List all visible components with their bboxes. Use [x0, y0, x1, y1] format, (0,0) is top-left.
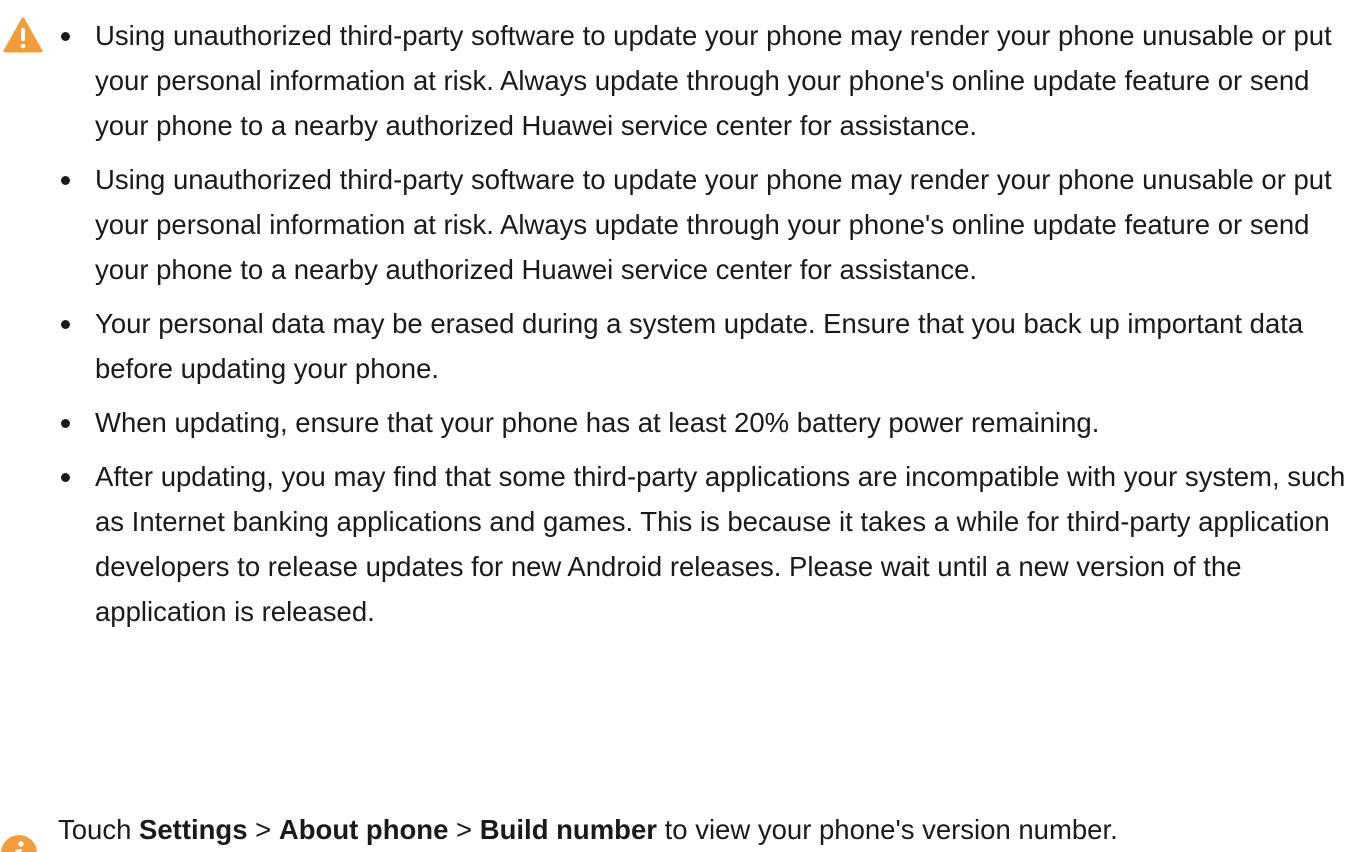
separator: > — [247, 814, 279, 845]
list-item: When updating, ensure that your phone ha… — [0, 400, 1365, 445]
settings-label: Settings — [139, 814, 248, 845]
info-icon — [1, 835, 37, 852]
list-item: Using unauthorized third-party software … — [0, 157, 1365, 292]
warning-bullet-list: Using unauthorized third-party software … — [0, 0, 1369, 643]
info-note: Touch Settings > About phone > Build num… — [0, 808, 1369, 852]
note-suffix: to view your phone's version number. — [656, 814, 1118, 845]
note-text: Touch Settings > About phone > Build num… — [58, 812, 1118, 848]
list-item-text: After updating, you may find that some t… — [95, 461, 1346, 627]
list-item: After updating, you may find that some t… — [0, 454, 1365, 634]
list-item-text: Using unauthorized third-party software … — [95, 20, 1332, 141]
bullet-icon — [61, 320, 70, 329]
bullet-icon — [61, 419, 70, 428]
about-phone-label: About phone — [278, 814, 449, 845]
list-item-text: Your personal data may be erased during … — [95, 308, 1304, 384]
document-page: Using unauthorized third-party software … — [0, 0, 1369, 852]
list-item: Your personal data may be erased during … — [0, 301, 1365, 391]
bullet-icon — [61, 32, 70, 41]
build-number-label: Build number — [479, 814, 657, 845]
separator: > — [448, 814, 480, 845]
bullet-icon — [61, 473, 70, 482]
list-item-text: When updating, ensure that your phone ha… — [95, 407, 1100, 438]
note-prefix: Touch — [58, 814, 140, 845]
list-item: Using unauthorized third-party software … — [0, 0, 1365, 148]
list-item-text: Using unauthorized third-party software … — [95, 164, 1332, 285]
bullet-icon — [61, 176, 70, 185]
